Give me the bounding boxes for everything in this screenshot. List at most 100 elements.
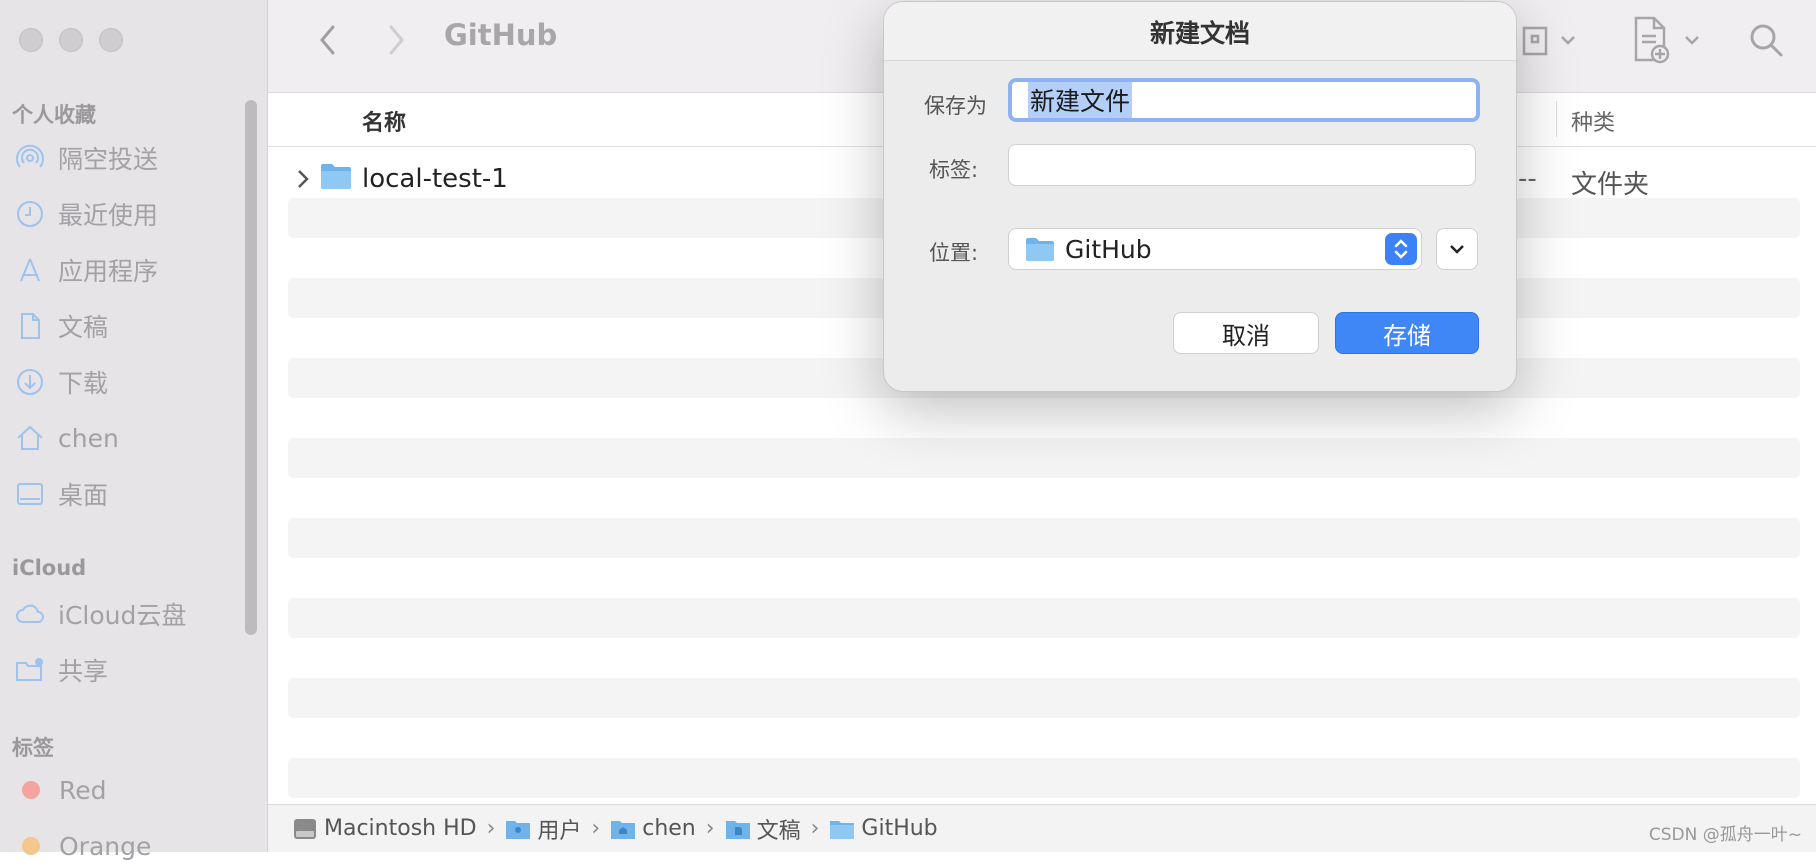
- download-icon: [17, 369, 43, 395]
- disk-icon: [294, 818, 316, 839]
- chevron-left-icon: [320, 25, 335, 55]
- applications-icon: [20, 258, 40, 282]
- sidebar-item-desktop[interactable]: 桌面: [14, 474, 108, 514]
- save-as-label: 保存为: [924, 94, 987, 118]
- sidebar-item-label: 下载: [58, 369, 109, 398]
- new-document-menu-button[interactable]: [1630, 14, 1700, 66]
- desktop-icon: [17, 483, 43, 505]
- sidebar-item-label: 应用程序: [58, 257, 159, 286]
- sidebar-item-label: 桌面: [58, 481, 109, 510]
- sidebar-item-shared[interactable]: 共享: [14, 650, 108, 690]
- save-button[interactable]: 存储: [1335, 312, 1479, 354]
- sidebar-item-downloads[interactable]: 下载: [14, 362, 108, 402]
- chevron-down-icon: [1685, 36, 1699, 45]
- sidebar-item-home[interactable]: chen: [14, 418, 119, 458]
- expand-dialog-button[interactable]: [1436, 228, 1478, 270]
- empty-row: [288, 598, 1800, 638]
- sidebar-item-icloud-drive[interactable]: iCloud云盘: [14, 594, 186, 634]
- up-down-chevron-icon: [1394, 239, 1408, 259]
- tags-input[interactable]: [1008, 144, 1476, 186]
- back-button[interactable]: [310, 20, 346, 60]
- favorites-section-title: 个人收藏: [12, 103, 96, 127]
- folder-icon: [321, 164, 351, 189]
- sidebar-item-recents[interactable]: 最近使用: [14, 194, 158, 234]
- empty-row: [288, 518, 1800, 558]
- airdrop-icon: [16, 144, 44, 168]
- dialog-titlebar: 新建文档: [884, 2, 1516, 61]
- dialog-title: 新建文档: [1149, 19, 1250, 48]
- save-as-input[interactable]: 新建文件: [1008, 78, 1480, 122]
- sidebar-item-applications[interactable]: 应用程序: [14, 250, 158, 290]
- sidebar-item-label: Red: [59, 775, 107, 805]
- empty-row: [288, 678, 1800, 718]
- users-folder-icon: [506, 820, 531, 839]
- column-kind-header[interactable]: 种类: [1571, 105, 1615, 137]
- crumb-home[interactable]: chen: [610, 816, 696, 841]
- location-label: 位置:: [929, 241, 979, 265]
- folder-icon: [830, 820, 855, 839]
- sidebar-item-label: iCloud云盘: [58, 601, 187, 630]
- crumb-label: 文稿: [756, 818, 801, 844]
- close-window-button[interactable]: [19, 28, 43, 52]
- folder-icon: [1026, 238, 1054, 261]
- sidebar-item-label: 最近使用: [58, 201, 159, 230]
- cloud-icon: [16, 604, 44, 623]
- sidebar-item-airdrop[interactable]: 隔空投送: [14, 138, 158, 178]
- crumb-label: chen: [642, 816, 696, 841]
- location-select[interactable]: GitHub: [1008, 228, 1422, 270]
- row-kind: 文件夹: [1571, 170, 1650, 200]
- watermark: CSDN @孤舟一叶~: [1648, 825, 1802, 845]
- window-title: GitHub: [444, 18, 558, 52]
- home-icon: [17, 425, 43, 450]
- sidebar-item-label: chen: [58, 423, 119, 453]
- zoom-window-button[interactable]: [99, 28, 123, 52]
- home-folder-icon: [611, 820, 636, 839]
- empty-row: [288, 758, 1800, 798]
- shared-folder-icon: [16, 658, 43, 681]
- crumb-github[interactable]: GitHub: [829, 816, 938, 841]
- path-bar: Macintosh HD › 用户 › chen › 文稿 › GitHub: [268, 804, 1816, 852]
- chevron-right-icon: [389, 25, 404, 55]
- crumb-documents[interactable]: 文稿: [725, 813, 801, 845]
- sidebar-item-tag-red[interactable]: Red: [14, 770, 107, 810]
- crumb-label: 用户: [537, 818, 582, 844]
- clock-icon: [17, 201, 43, 227]
- documents-folder-icon: [725, 820, 750, 839]
- sidebar-item-label: 共享: [58, 657, 109, 686]
- row-size: --: [1518, 164, 1537, 194]
- location-value: GitHub: [1065, 234, 1152, 264]
- archive-menu-button[interactable]: [1518, 20, 1576, 60]
- tags-label: 标签:: [929, 158, 979, 182]
- chevron-down-icon: [1561, 36, 1575, 45]
- sidebar-scrollbar[interactable]: [245, 100, 257, 635]
- chevron-down-icon: [1450, 245, 1464, 254]
- disclosure-triangle-icon[interactable]: [296, 168, 310, 190]
- column-name-header[interactable]: 名称: [362, 105, 406, 137]
- crumb-separator: ›: [591, 816, 601, 841]
- sidebar-item-label: Orange: [59, 831, 152, 861]
- column-divider[interactable]: [1556, 101, 1557, 137]
- empty-row: [288, 438, 1800, 478]
- crumb-label: Macintosh HD: [324, 816, 477, 841]
- orange-tag-dot-icon: [22, 837, 40, 855]
- red-tag-dot-icon: [22, 781, 40, 799]
- save-dialog: 新建文档 保存为 新建文件 标签: 位置: GitHub 取消 存储: [883, 1, 1517, 392]
- minimize-window-button[interactable]: [59, 28, 83, 52]
- location-stepper[interactable]: [1385, 233, 1417, 265]
- crumb-label: GitHub: [861, 816, 938, 841]
- search-button[interactable]: [1746, 20, 1786, 64]
- sidebar: 个人收藏 隔空投送 最近使用 应用程序 文稿 下载 chen 桌面 iCloud…: [0, 0, 268, 861]
- sidebar-item-label: 隔空投送: [58, 145, 159, 174]
- sidebar-item-documents[interactable]: 文稿: [14, 306, 108, 346]
- row-file-name: local-test-1: [362, 164, 508, 194]
- archive-icon: [1522, 26, 1548, 56]
- crumb-users[interactable]: 用户: [505, 813, 581, 845]
- sidebar-item-tag-orange[interactable]: Orange: [14, 826, 151, 866]
- crumb-macintosh-hd[interactable]: Macintosh HD: [292, 816, 477, 842]
- cancel-button[interactable]: 取消: [1173, 312, 1319, 354]
- crumb-separator: ›: [486, 816, 496, 841]
- crumb-separator: ›: [810, 816, 820, 841]
- forward-button[interactable]: [378, 20, 414, 60]
- document-icon: [21, 313, 40, 339]
- sidebar-item-label: 文稿: [58, 313, 109, 342]
